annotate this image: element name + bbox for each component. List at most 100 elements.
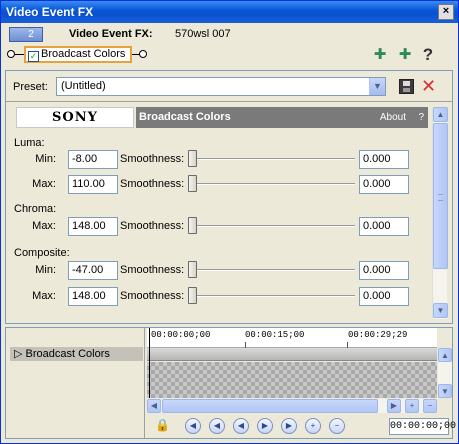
luma-min-input[interactable]: -8.00 bbox=[68, 150, 118, 169]
delete-keyframe-icon[interactable]: − bbox=[329, 418, 345, 434]
plugin-panel: Preset: (Untitled) ▼ ✕ SONY Broadcast Co… bbox=[5, 70, 453, 324]
zoom-in-icon[interactable]: + bbox=[405, 399, 419, 413]
scroll-up-icon[interactable]: ▲ bbox=[433, 107, 448, 122]
zoom-out-icon[interactable]: − bbox=[423, 399, 437, 413]
about-link[interactable]: About bbox=[380, 107, 406, 128]
composite-max-smoothness-thumb[interactable] bbox=[188, 287, 197, 304]
plugin-title: Broadcast Colors bbox=[139, 111, 231, 123]
scrollbar-thumb[interactable] bbox=[433, 123, 448, 269]
scrollbar-thumb[interactable] bbox=[162, 399, 378, 413]
scroll-up-icon[interactable]: ▲ bbox=[438, 348, 452, 362]
chroma-max-smoothness-label: Smoothness: bbox=[120, 220, 185, 232]
preset-row: Preset: (Untitled) ▼ ✕ bbox=[6, 71, 452, 101]
chain-start-node bbox=[7, 50, 15, 58]
add-keyframe-icon[interactable]: + bbox=[305, 418, 321, 434]
luma-min-smoothness-label: Smoothness: bbox=[120, 153, 185, 165]
expand-icon[interactable]: ▷ bbox=[14, 348, 22, 360]
scroll-right-icon[interactable]: ▶ bbox=[387, 399, 401, 413]
ruler-label: 00:00:15;00 bbox=[245, 330, 305, 340]
composite-max-smoothness-label: Smoothness: bbox=[120, 290, 185, 302]
preset-select[interactable]: (Untitled) ▼ bbox=[56, 77, 386, 96]
luma-max-smoothness-track[interactable] bbox=[188, 183, 355, 185]
chroma-label: Chroma: bbox=[14, 203, 57, 215]
prev-keyframe-icon[interactable]: ◀ bbox=[233, 418, 249, 434]
chain-end-node bbox=[139, 50, 147, 58]
last-keyframe-icon[interactable]: ▶ bbox=[281, 418, 297, 434]
chevron-down-icon[interactable]: ▼ bbox=[369, 78, 385, 95]
chroma-max-input[interactable]: 148.00 bbox=[68, 217, 118, 236]
playhead-cursor[interactable] bbox=[149, 328, 150, 398]
luma-min-smoothness-input[interactable]: 0.000 bbox=[359, 150, 409, 169]
keyframe-transport: ◀ ◀ ◀ ▶ ▶ + − 00:00:00;00 bbox=[147, 415, 456, 437]
remove-plugin-icon[interactable]: ✚ bbox=[396, 46, 414, 63]
event-header: 2 Video Event FX: 570wsl 007 bbox=[7, 26, 452, 44]
luma-label: Luma: bbox=[14, 137, 45, 149]
composite-min-smoothness-input[interactable]: 0.000 bbox=[359, 261, 409, 280]
window-title: Video Event FX bbox=[6, 5, 94, 19]
composite-min-smoothness-track[interactable] bbox=[188, 269, 355, 271]
track-item-label: Broadcast Colors bbox=[25, 348, 110, 360]
first-keyframe-icon[interactable]: ◀ bbox=[209, 418, 225, 434]
composite-max-input[interactable]: 148.00 bbox=[68, 287, 118, 306]
composite-max-smoothness-track[interactable] bbox=[188, 295, 355, 297]
scroll-left-icon[interactable]: ◀ bbox=[147, 399, 161, 413]
preset-value: (Untitled) bbox=[61, 80, 106, 92]
title-bar[interactable]: Video Event FX × bbox=[1, 1, 458, 23]
sony-logo: SONY bbox=[16, 107, 134, 128]
close-button[interactable]: × bbox=[438, 4, 454, 20]
luma-max-smoothness-thumb[interactable] bbox=[188, 175, 197, 192]
time-ruler[interactable]: 00:00:00;00 00:00:15;00 00:00:29;29 bbox=[147, 328, 437, 348]
composite-min-smoothness-label: Smoothness: bbox=[120, 264, 185, 276]
composite-min-input[interactable]: -47.00 bbox=[68, 261, 118, 280]
track-item-broadcast-colors[interactable]: ▷ Broadcast Colors bbox=[10, 347, 143, 361]
keyframe-track-list: ▷ Broadcast Colors bbox=[6, 328, 145, 438]
ruler-label: 00:00:29;29 bbox=[348, 330, 408, 340]
plugin-vertical-scrollbar[interactable]: ▲ ▼ bbox=[432, 107, 448, 319]
plugin-enable-checkbox[interactable]: ✓ bbox=[28, 51, 39, 62]
keyframe-track-lane[interactable] bbox=[147, 348, 437, 361]
plugin-chip-broadcast-colors[interactable]: ✓ Broadcast Colors bbox=[24, 46, 132, 63]
keyframe-panel: ▷ Broadcast Colors 00:00:00;00 00:00:15;… bbox=[5, 327, 456, 439]
plugin-header: SONY Broadcast Colors About ? bbox=[16, 107, 428, 128]
timeline-vertical-scrollbar[interactable]: ▲ ▼ bbox=[438, 348, 452, 398]
event-name: 570wsl 007 bbox=[175, 28, 231, 40]
event-number-badge[interactable]: 2 bbox=[9, 27, 43, 42]
chroma-max-smoothness-input[interactable]: 0.000 bbox=[359, 217, 409, 236]
transparency-area bbox=[147, 362, 437, 398]
chroma-max-smoothness-thumb[interactable] bbox=[188, 217, 197, 234]
composite-label: Composite: bbox=[14, 247, 70, 259]
next-keyframe-icon[interactable]: ▶ bbox=[257, 418, 273, 434]
plugin-chip-label: Broadcast Colors bbox=[41, 48, 126, 60]
luma-max-input[interactable]: 110.00 bbox=[68, 175, 118, 194]
sync-cursor-icon[interactable]: ◀ bbox=[185, 418, 201, 434]
composite-max-smoothness-input[interactable]: 0.000 bbox=[359, 287, 409, 306]
scroll-down-icon[interactable]: ▼ bbox=[433, 303, 448, 318]
add-plugin-icon[interactable]: ✚ bbox=[371, 46, 389, 63]
plugin-chain: ✓ Broadcast Colors ✚ ✚ ? bbox=[7, 45, 452, 65]
lock-icon[interactable]: 🔒 bbox=[155, 417, 170, 433]
divider bbox=[6, 101, 452, 102]
preset-label: Preset: bbox=[13, 81, 48, 93]
event-fx-label: Video Event FX: bbox=[69, 28, 153, 40]
luma-min-smoothness-thumb[interactable] bbox=[188, 150, 197, 167]
composite-min-label: Min: bbox=[35, 264, 56, 276]
keyframe-timeline: 00:00:00;00 00:00:15;00 00:00:29;29 ▲ ▼ … bbox=[147, 328, 456, 438]
save-preset-icon[interactable] bbox=[399, 79, 414, 94]
luma-max-label: Max: bbox=[32, 178, 56, 190]
composite-min-smoothness-thumb[interactable] bbox=[188, 261, 197, 278]
timecode-display[interactable]: 00:00:00;00 bbox=[389, 418, 456, 435]
help-icon[interactable]: ? bbox=[419, 46, 437, 63]
chroma-max-label: Max: bbox=[32, 220, 56, 232]
luma-max-smoothness-label: Smoothness: bbox=[120, 178, 185, 190]
plugin-help-icon[interactable]: ? bbox=[418, 107, 424, 128]
plugin-title-bar: Broadcast Colors About ? bbox=[136, 107, 428, 128]
luma-max-smoothness-input[interactable]: 0.000 bbox=[359, 175, 409, 194]
composite-max-label: Max: bbox=[32, 290, 56, 302]
luma-min-smoothness-track[interactable] bbox=[188, 158, 355, 160]
delete-preset-icon[interactable]: ✕ bbox=[421, 76, 436, 96]
scroll-down-icon[interactable]: ▼ bbox=[438, 384, 452, 398]
ruler-label: 00:00:00;00 bbox=[151, 330, 211, 340]
timeline-horizontal-scrollbar[interactable]: ◀ ▶ + − bbox=[147, 399, 437, 413]
chroma-max-smoothness-track[interactable] bbox=[188, 225, 355, 227]
video-event-fx-window: Video Event FX × 2 Video Event FX: 570ws… bbox=[0, 0, 459, 444]
